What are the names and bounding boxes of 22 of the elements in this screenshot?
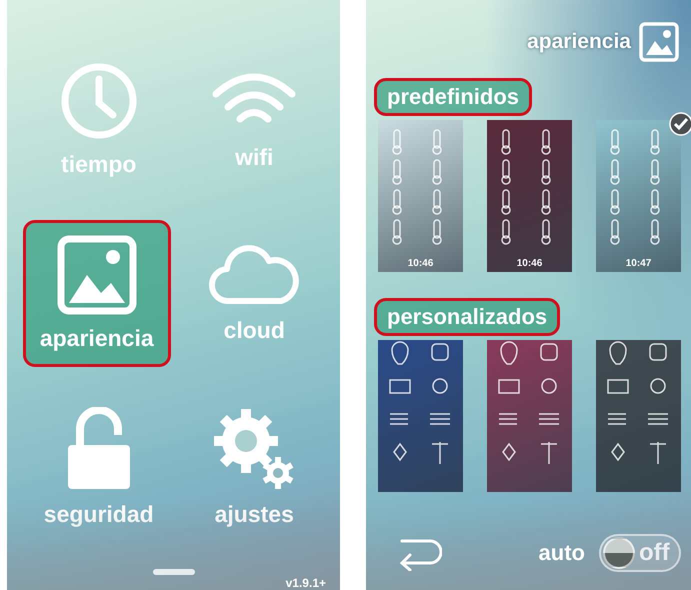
menu-tile[interactable]: cloud [180,206,328,380]
theme-thumbnail[interactable]: 10:47 [596,120,681,272]
image-icon [639,22,679,62]
section-heading: personalizados [374,298,560,336]
menu-tile[interactable]: apariencia [23,220,170,366]
menu-tile[interactable]: wifi [180,32,328,206]
screen-title: apariencia [527,30,631,54]
menu-tile[interactable]: seguridad [25,380,172,554]
version-text: v1.9.1+ [286,576,326,590]
theme-thumbnail[interactable]: 10:46 [378,120,463,272]
thumbnail-time: 10:47 [626,258,652,269]
theme-thumbnail[interactable]: 10:46 [487,120,572,272]
cloud-icon [209,242,300,306]
image-icon [56,234,137,314]
thumbnail-time: 10:46 [408,258,434,269]
section-heading: predefinidos [374,78,532,116]
thumbnail-time: 10:46 [516,258,542,269]
auto-toggle[interactable]: off [599,534,681,572]
menu-tile[interactable]: ajustes [180,380,328,554]
clock-icon [58,60,139,140]
auto-label: auto [538,540,585,566]
menu-tile[interactable]: tiempo [25,32,172,206]
